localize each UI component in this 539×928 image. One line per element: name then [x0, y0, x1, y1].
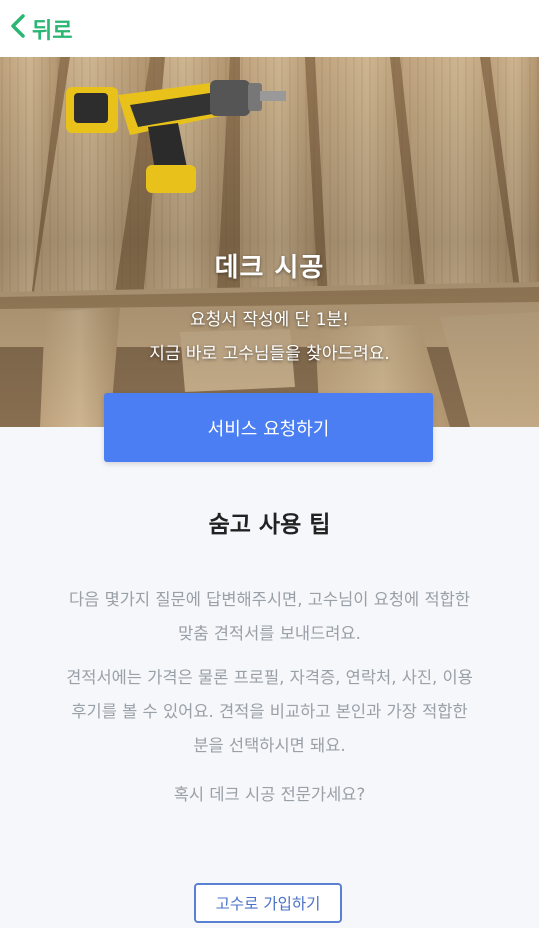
tips-paragraph-2-line-2: 후기를 볼 수 있어요. 견적을 비교하고 본인과 가장 적합한	[71, 702, 468, 721]
back-label: 뒤로	[32, 18, 73, 44]
deck-photo-image	[0, 57, 539, 427]
request-service-button[interactable]: 서비스 요청하기	[104, 393, 433, 462]
expert-question: 혹시 데크 시공 전문가세요?	[173, 785, 366, 804]
tips-paragraph-2: 견적서에는 가격은 물론 프로필, 자격증, 연락처, 사진, 이용 후기를 볼…	[24, 661, 515, 763]
signup-as-expert-button[interactable]: 고수로 가입하기	[194, 883, 342, 923]
hero-subtitle-line2: 지금 바로 고수님들을 찾아드려요.	[149, 344, 390, 364]
chevron-left-icon	[10, 13, 32, 45]
tips-paragraph-1: 다음 몇가지 질문에 답변해주시면, 고수님이 요청에 적합한 맞춤 견적서를 …	[24, 583, 515, 651]
hero-banner: 데크 시공 요청서 작성에 단 1분! 지금 바로 고수님들을 찾아드려요.	[0, 57, 539, 427]
back-button[interactable]: 뒤로	[10, 13, 72, 45]
hero-title: 데크 시공	[214, 253, 325, 283]
tips-paragraph-2-line-1: 견적서에는 가격은 물론 프로필, 자격증, 연락처, 사진, 이용	[66, 668, 473, 687]
tips-paragraph-2-line-3: 분을 선택하시면 돼요.	[193, 736, 346, 755]
hero-subtitle-line1: 요청서 작성에 단 1분!	[190, 310, 349, 330]
tips-paragraph-1-line-1: 다음 몇가지 질문에 답변해주시면, 고수님이 요청에 적합한	[68, 590, 471, 609]
tips-paragraph-1-line-2: 맞춤 견적서를 보내드려요.	[178, 624, 361, 643]
top-bar: 뒤로	[0, 0, 539, 57]
tips-title: 숨고 사용 팁	[208, 512, 331, 538]
